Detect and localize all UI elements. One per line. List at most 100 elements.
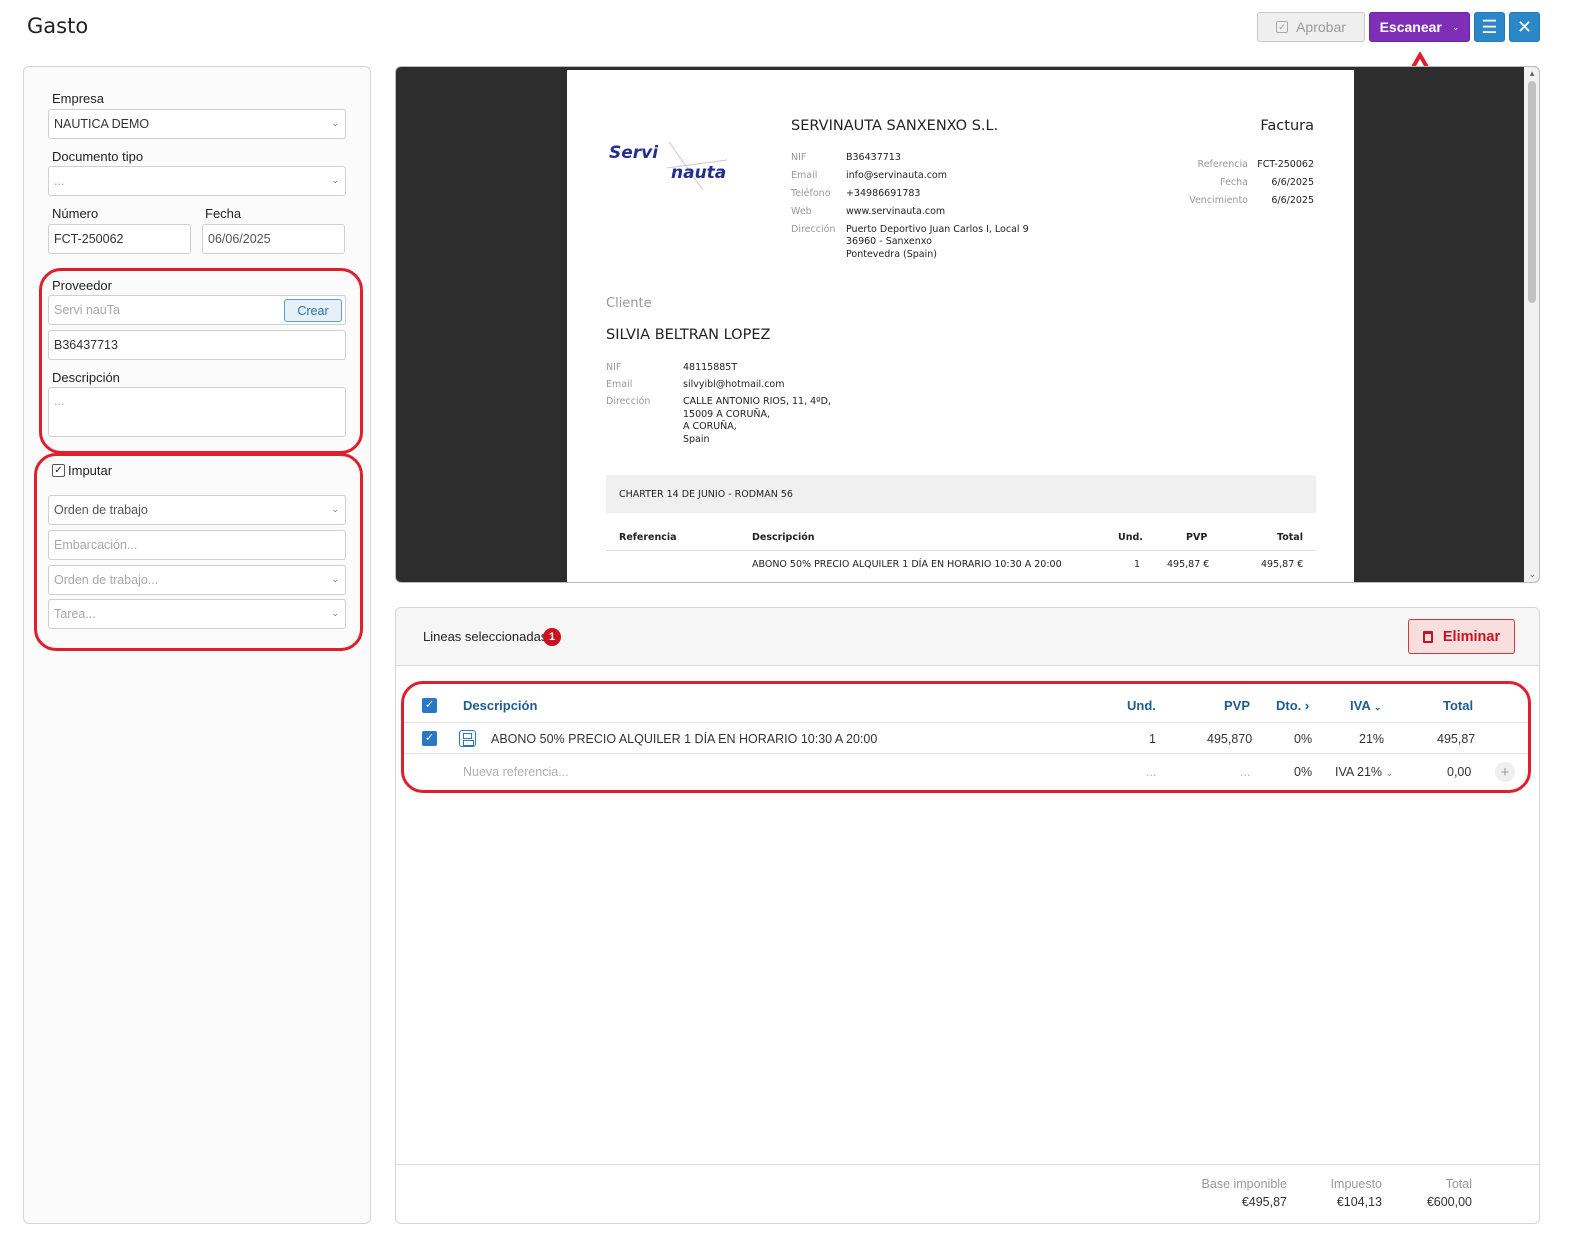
approve-label: Aprobar bbox=[1296, 19, 1346, 35]
base-label: Base imponible bbox=[1201, 1177, 1287, 1191]
close-button[interactable]: ✕ bbox=[1509, 12, 1540, 42]
client-address-line3: A CORUÑA, bbox=[683, 421, 737, 432]
proveedor-nif-input[interactable]: B36437713 bbox=[48, 330, 346, 360]
issuer-address-line3: Pontevedra (Spain) bbox=[846, 249, 937, 260]
orden-trabajo-type-select[interactable]: Orden de trabajo ⌄ bbox=[48, 495, 346, 525]
new-line-input[interactable]: Nueva referencia... bbox=[463, 765, 569, 779]
documento-tipo-select[interactable]: ... ⌄ bbox=[48, 166, 346, 196]
proveedor-placeholder: Servi nauTa bbox=[54, 303, 121, 317]
th-total[interactable]: Total bbox=[1443, 698, 1473, 713]
menu-button[interactable]: ☰ bbox=[1474, 12, 1505, 42]
meta-ref-label: Referencia bbox=[1197, 159, 1248, 170]
approve-button[interactable]: ✓ Aprobar bbox=[1257, 12, 1365, 42]
chevron-down-icon: ⌄ bbox=[331, 574, 339, 584]
chevron-down-icon: ⌄ bbox=[331, 118, 339, 128]
documento-tipo-value: ... bbox=[54, 174, 65, 188]
save-icon[interactable] bbox=[459, 730, 476, 747]
tax-value: €104,13 bbox=[1336, 1195, 1382, 1209]
tarea-placeholder: Tarea... bbox=[54, 607, 96, 621]
total-value: €600,00 bbox=[1426, 1195, 1472, 1209]
new-line-pvp[interactable]: ... bbox=[1240, 765, 1250, 779]
client-name: SILVIA BELTRAN LOPEZ bbox=[606, 327, 771, 343]
scroll-up-icon[interactable]: ▲ bbox=[1528, 69, 1536, 78]
meta-date: 6/6/2025 bbox=[1271, 177, 1314, 188]
embarcacion-input[interactable]: Embarcación... bbox=[48, 530, 346, 560]
invoice-row-desc: ABONO 50% PRECIO ALQUILER 1 DÍA EN HORAR… bbox=[752, 559, 1062, 570]
th-iva-label: IVA bbox=[1350, 698, 1371, 713]
issuer-nif: B36437713 bbox=[846, 152, 901, 163]
chevron-down-icon: ⌄ bbox=[331, 504, 339, 514]
invoice-table-divider bbox=[606, 550, 1316, 551]
viewer-scrollbar-thumb[interactable] bbox=[1528, 81, 1536, 303]
meta-due: 6/6/2025 bbox=[1271, 195, 1314, 206]
servinauta-logo: Servi nauta bbox=[609, 141, 728, 191]
meta-due-label: Vencimiento bbox=[1189, 195, 1248, 206]
invoice-th-pvp: PVP bbox=[1186, 532, 1208, 543]
fecha-input[interactable]: 06/06/2025 bbox=[202, 224, 345, 254]
issuer-nif-label: NIF bbox=[791, 152, 807, 163]
row-iva[interactable]: 21% bbox=[1359, 732, 1384, 746]
th-iva[interactable]: IVA ⌄ bbox=[1350, 698, 1381, 713]
scan-button[interactable]: Escanear ⌄ bbox=[1369, 12, 1470, 42]
row-checkbox[interactable]: ✓ bbox=[422, 731, 437, 746]
invoice-row-pvp: 495,87 € bbox=[1167, 559, 1210, 570]
embarcacion-placeholder: Embarcación... bbox=[54, 538, 138, 552]
issuer-phone: +34986691783 bbox=[846, 188, 921, 199]
checkbox-checked-icon[interactable]: ✓ bbox=[52, 464, 65, 477]
issuer-web-label: Web bbox=[791, 206, 812, 217]
th-pvp[interactable]: PVP bbox=[1224, 698, 1250, 713]
new-line-dto[interactable]: 0% bbox=[1294, 765, 1312, 779]
document-viewer[interactable]: Servi nauta SERVINAUTA SANXENXO S.L. Fac… bbox=[395, 66, 1540, 583]
row-dto[interactable]: 0% bbox=[1294, 732, 1312, 746]
fecha-label: Fecha bbox=[205, 206, 242, 221]
add-line-button[interactable]: + bbox=[1495, 762, 1515, 782]
invoice-th-total: Total bbox=[1277, 532, 1303, 543]
row-desc[interactable]: ABONO 50% PRECIO ALQUILER 1 DÍA EN HORAR… bbox=[491, 732, 877, 746]
row-pvp[interactable]: 495,870 bbox=[1207, 732, 1252, 746]
imputar-label: Imputar bbox=[68, 463, 113, 478]
client-email: silvyibl@hotmail.com bbox=[683, 379, 785, 390]
meta-date-label: Fecha bbox=[1220, 177, 1248, 188]
logo-line1: Servi bbox=[609, 143, 659, 163]
viewer-scrollbar[interactable]: ▲ ⌄ bbox=[1524, 67, 1539, 582]
tarea-select[interactable]: Tarea... ⌄ bbox=[48, 599, 346, 629]
client-heading: Cliente bbox=[606, 296, 652, 311]
orden-trabajo-type-value: Orden de trabajo bbox=[54, 503, 148, 517]
chevron-down-icon[interactable]: ⌄ bbox=[1452, 22, 1460, 33]
th-dto-label: Dto. bbox=[1276, 698, 1302, 713]
numero-input[interactable]: FCT-250062 bbox=[48, 224, 191, 254]
lines-panel: Lineas seleccionadas 1 Eliminar ✓ Descri… bbox=[395, 607, 1540, 1224]
close-icon: ✕ bbox=[1516, 16, 1533, 37]
th-descripcion[interactable]: Descripción bbox=[463, 698, 537, 713]
page-title: Gasto bbox=[27, 14, 89, 38]
client-address-line4: Spain bbox=[683, 434, 710, 445]
scan-label: Escanear bbox=[1379, 19, 1442, 35]
empresa-select[interactable]: NAUTICA DEMO ⌄ bbox=[48, 109, 346, 139]
client-email-label: Email bbox=[606, 379, 633, 390]
issuer-email: info@servinauta.com bbox=[846, 170, 947, 181]
imputar-checkbox[interactable]: ✓ Imputar bbox=[52, 463, 112, 478]
select-all-checkbox[interactable]: ✓ bbox=[422, 698, 437, 713]
issuer-web: www.servinauta.com bbox=[846, 206, 946, 217]
lines-title: Lineas seleccionadas bbox=[423, 629, 548, 644]
lines-header: Lineas seleccionadas 1 Eliminar bbox=[396, 608, 1539, 666]
base-value: €495,87 bbox=[1241, 1195, 1287, 1209]
issuer-address-label: Dirección bbox=[791, 224, 836, 235]
th-und[interactable]: Und. bbox=[1127, 698, 1156, 713]
scroll-down-icon[interactable]: ⌄ bbox=[1528, 569, 1536, 580]
chevron-down-icon: ⌄ bbox=[1385, 768, 1394, 778]
descripcion-textarea[interactable]: ... bbox=[48, 387, 346, 437]
th-dto[interactable]: Dto. › bbox=[1276, 698, 1309, 713]
tax-label: Impuesto bbox=[1330, 1177, 1382, 1191]
delete-button[interactable]: Eliminar bbox=[1408, 619, 1515, 654]
orden-trabajo-select[interactable]: Orden de trabajo... ⌄ bbox=[48, 565, 346, 595]
hamburger-icon: ☰ bbox=[1481, 16, 1498, 37]
invoice-row-und: 1 bbox=[1134, 559, 1141, 570]
row-und[interactable]: 1 bbox=[1149, 732, 1156, 746]
empresa-label: Empresa bbox=[52, 91, 105, 106]
client-nif: 48115885T bbox=[683, 362, 738, 373]
new-line-und[interactable]: ... bbox=[1146, 765, 1156, 779]
crear-proveedor-button[interactable]: Crear bbox=[284, 299, 342, 322]
invoice-th-und: Und. bbox=[1118, 532, 1143, 543]
new-line-iva-select[interactable]: IVA 21% ⌄ bbox=[1335, 765, 1393, 779]
